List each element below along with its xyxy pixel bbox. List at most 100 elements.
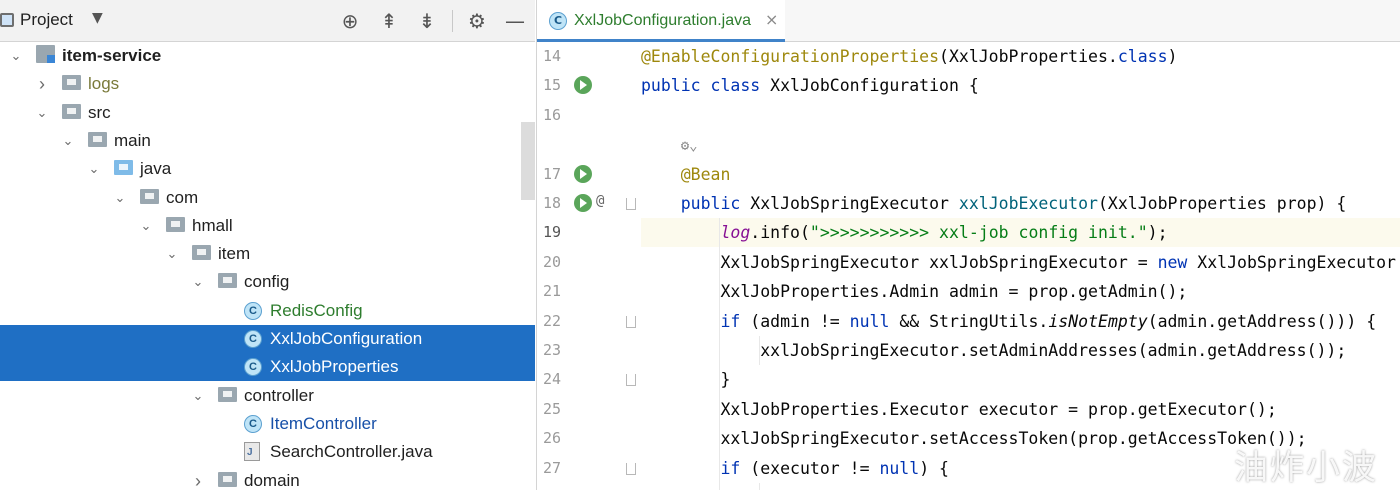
crosshair-icon[interactable]: ⊕ bbox=[337, 8, 363, 34]
close-icon[interactable]: × bbox=[765, 10, 778, 29]
tree-item-label: java bbox=[140, 159, 172, 179]
folder-icon bbox=[62, 75, 81, 91]
chevron-down-icon[interactable]: ▼ bbox=[92, 10, 103, 26]
tree-item-label: item-service bbox=[62, 46, 162, 65]
tree-item-label: com bbox=[166, 187, 199, 207]
chevron-down-icon[interactable]: ⌄ bbox=[34, 103, 50, 123]
tree-item-label: RedisConfig bbox=[270, 300, 363, 320]
line-number: 19 bbox=[543, 223, 562, 242]
tree-item-label: domain bbox=[244, 470, 300, 490]
project-title[interactable]: Project bbox=[20, 10, 73, 30]
code-line[interactable] bbox=[641, 101, 1400, 130]
expand-all-icon[interactable]: ⇞ bbox=[376, 8, 402, 34]
editor-gutter[interactable]: 1415161718@19202122232425262728 bbox=[537, 42, 641, 490]
code-line[interactable]: } bbox=[641, 365, 1400, 394]
annotation-icon[interactable]: @ bbox=[596, 193, 604, 209]
tree-item[interactable]: › domain bbox=[0, 467, 535, 490]
spring-bean-icon[interactable] bbox=[574, 76, 592, 95]
code-line[interactable]: XxlJobProperties.Executor executor = pro… bbox=[641, 395, 1400, 424]
tree-item-label: SearchController.java bbox=[270, 442, 433, 462]
fold-marker-icon[interactable] bbox=[626, 315, 636, 328]
tree-item-label: XxlJobProperties bbox=[270, 357, 399, 377]
chevron-down-icon[interactable]: ⌄ bbox=[190, 386, 206, 406]
tree-item[interactable]: ⌄ src bbox=[0, 99, 535, 127]
tree-item[interactable]: ⌄ java bbox=[0, 155, 535, 183]
code-line[interactable]: ⚙⌄ bbox=[641, 130, 1400, 159]
module-icon bbox=[36, 45, 55, 63]
project-tool-window: Project ▼ ⊕ ⇞ ⇟ ⚙ — ⌄ item-service › logs ⌄ s… bbox=[0, 0, 535, 490]
code-line[interactable]: XxlJobProperties.Admin admin = prop.getA… bbox=[641, 277, 1400, 306]
fold-marker-icon[interactable] bbox=[626, 374, 636, 387]
tree-item-label: item bbox=[218, 244, 251, 264]
chevron-down-icon[interactable]: ⌄ bbox=[60, 131, 76, 151]
tree-item[interactable]: ⌄ item-service bbox=[0, 42, 535, 70]
spring-bean-icon[interactable] bbox=[574, 164, 592, 183]
indent-guide bbox=[719, 218, 720, 490]
line-number: 22 bbox=[543, 311, 562, 330]
tree-item[interactable]: C RedisConfig bbox=[0, 297, 535, 325]
class-icon: C bbox=[244, 330, 262, 348]
class-icon: C bbox=[244, 358, 262, 377]
code-line[interactable]: if (admin != null && StringUtils.isNotEm… bbox=[641, 307, 1400, 336]
line-number: 14 bbox=[543, 47, 562, 65]
gear-icon[interactable]: ⚙ bbox=[464, 8, 490, 34]
package-icon bbox=[218, 273, 237, 289]
class-icon: C bbox=[244, 414, 262, 433]
chevron-down-icon[interactable]: ⌄ bbox=[112, 188, 128, 208]
tree-item[interactable]: C ItemController bbox=[0, 410, 535, 438]
collapse-all-icon[interactable]: ⇟ bbox=[414, 8, 440, 34]
tree-item[interactable]: ⌄ item bbox=[0, 240, 535, 268]
chevron-down-icon[interactable]: ⌄ bbox=[138, 216, 154, 236]
folder-icon bbox=[88, 131, 107, 147]
code-line[interactable]: @EnableConfigurationProperties(XxlJobPro… bbox=[641, 42, 1400, 71]
tree-item[interactable]: ⌄ config bbox=[0, 268, 535, 296]
package-icon bbox=[192, 245, 211, 261]
line-number: 18 bbox=[543, 194, 562, 212]
code-line[interactable]: XxlJobSpringExecutor xxlJobSpringExecuto… bbox=[641, 248, 1400, 277]
chevron-down-icon[interactable]: ⌄ bbox=[190, 272, 206, 292]
tree-item[interactable]: ⌄ hmall bbox=[0, 212, 535, 240]
indent-guide bbox=[759, 483, 760, 490]
tree-item[interactable]: › logs bbox=[0, 70, 535, 98]
tree-scrollbar-thumb[interactable] bbox=[521, 122, 535, 200]
folder-icon bbox=[62, 103, 81, 119]
class-icon: C bbox=[549, 12, 567, 30]
package-icon bbox=[140, 188, 159, 204]
tree-item[interactable]: ⌄ com bbox=[0, 184, 535, 212]
line-number: 27 bbox=[543, 458, 562, 477]
line-number: 26 bbox=[543, 429, 562, 448]
line-number: 15 bbox=[543, 76, 562, 95]
watermark: 油炸小波 bbox=[1234, 448, 1378, 488]
tree-item[interactable]: ⌄ main bbox=[0, 127, 535, 155]
tree-item[interactable]: C XxlJobConfiguration bbox=[0, 325, 535, 353]
code-line[interactable]: @Bean bbox=[641, 160, 1400, 189]
fold-marker-icon[interactable] bbox=[626, 462, 636, 475]
spring-bean-icon[interactable] bbox=[574, 194, 592, 212]
indent-guide bbox=[759, 336, 760, 366]
editor-tab-xxljobconfiguration[interactable]: C XxlJobConfiguration.java × bbox=[537, 0, 785, 42]
minimize-icon[interactable]: — bbox=[502, 8, 528, 34]
chevron-right-icon[interactable]: › bbox=[34, 74, 50, 94]
code-line[interactable]: public XxlJobSpringExecutor xxlJobExecut… bbox=[641, 189, 1400, 218]
project-tree[interactable]: ⌄ item-service › logs ⌄ src ⌄ main ⌄ java ⌄ com ⌄ hma… bbox=[0, 42, 535, 490]
line-number: 20 bbox=[543, 252, 562, 271]
chevron-down-icon[interactable]: ⌄ bbox=[86, 159, 102, 179]
line-number: 21 bbox=[543, 282, 562, 301]
tree-item[interactable]: ⌄ controller bbox=[0, 382, 535, 410]
code-line[interactable]: log.info(">>>>>>>>>>> xxl-job config ini… bbox=[641, 218, 1400, 248]
code-area[interactable]: @EnableConfigurationProperties(XxlJobPro… bbox=[641, 42, 1400, 490]
chevron-right-icon[interactable]: › bbox=[190, 471, 206, 490]
chevron-down-icon[interactable]: ⌄ bbox=[8, 46, 24, 66]
package-icon bbox=[166, 216, 185, 232]
source-folder-icon bbox=[114, 160, 133, 176]
chevron-down-icon[interactable]: ⌄ bbox=[164, 244, 180, 264]
code-line[interactable]: xxlJobSpringExecutor.setAdminAddresses(a… bbox=[641, 336, 1400, 365]
tree-item[interactable]: SearchController.java bbox=[0, 438, 535, 466]
class-icon: C bbox=[244, 301, 262, 320]
fold-marker-icon[interactable] bbox=[626, 198, 636, 210]
tree-item-label: main bbox=[114, 130, 151, 150]
code-line[interactable]: public class XxlJobConfiguration { bbox=[641, 71, 1400, 100]
tree-item-label: logs bbox=[88, 74, 120, 94]
line-number: 16 bbox=[543, 105, 562, 124]
tree-item[interactable]: C XxlJobProperties bbox=[0, 353, 535, 382]
